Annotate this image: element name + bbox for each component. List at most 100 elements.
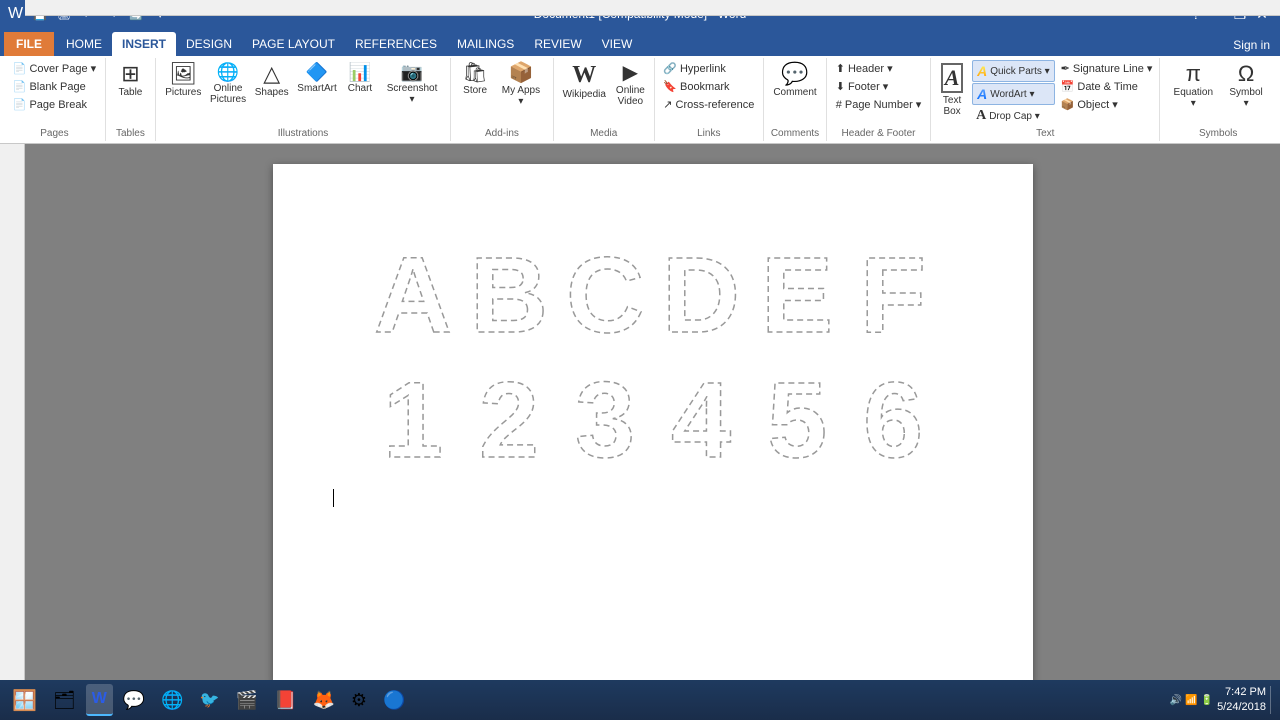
my-apps-btn[interactable]: 📦 My Apps ▾ — [495, 60, 547, 110]
number-1: 1 — [369, 359, 457, 469]
word-taskbar-btn[interactable]: W — [86, 684, 113, 716]
cross-reference-icon: ↗ — [663, 98, 672, 111]
pictures-btn[interactable]: 🖼 Pictures — [162, 60, 205, 101]
number-3: 3 — [561, 359, 649, 469]
table-btn[interactable]: ⊞ Table — [112, 60, 148, 101]
tab-references[interactable]: REFERENCES — [345, 32, 447, 56]
page-break-btn[interactable]: 📄 Page Break — [9, 96, 100, 113]
page-number-btn[interactable]: # Page Number ▾ — [832, 96, 926, 113]
letter-B: B — [465, 234, 553, 344]
svg-text:1: 1 — [382, 359, 442, 469]
svg-text:C: C — [566, 234, 644, 344]
battery-icon[interactable]: 🔋 — [1201, 695, 1213, 706]
online-pictures-btn[interactable]: 🌐 OnlinePictures — [207, 60, 250, 108]
footer-btn[interactable]: ⬇ Footer ▾ — [832, 78, 926, 95]
comment-btn[interactable]: 💬 Comment — [769, 60, 820, 101]
chart-btn[interactable]: 📊 Chart — [342, 60, 378, 97]
tab-view[interactable]: VIEW — [592, 32, 643, 56]
svg-text:6: 6 — [862, 359, 922, 469]
app3-taskbar-btn[interactable]: 💬 — [117, 684, 151, 716]
wikipedia-btn[interactable]: W Wikipedia — [559, 60, 610, 103]
tab-review[interactable]: REVIEW — [524, 32, 591, 56]
chart-icon: 📊 — [349, 63, 371, 81]
start-btn[interactable]: 🪟 — [6, 684, 43, 716]
dropcap-btn[interactable]: A Drop Cap ▾ — [972, 106, 1055, 126]
store-icon: 🛍 — [462, 63, 487, 83]
cover-page-btn[interactable]: 📄 Cover Page ▾ — [9, 60, 100, 77]
media-group-label: Media — [590, 126, 617, 139]
store-label: Store — [463, 85, 487, 96]
ribbon-tabs: FILE HOME INSERT DESIGN PAGE LAYOUT REFE… — [0, 28, 1280, 56]
app5-taskbar-btn[interactable]: 🐦 — [194, 684, 226, 716]
signature-line-label: Signature Line ▾ — [1073, 62, 1153, 75]
number-5: 5 — [753, 359, 841, 469]
document-page[interactable]: A B C D E F — [273, 164, 1033, 684]
letter-C: C — [561, 234, 649, 344]
blank-page-icon: 📄 — [13, 80, 27, 93]
signature-line-btn[interactable]: ✒ Signature Line ▾ — [1057, 60, 1157, 77]
bookmark-btn[interactable]: 🔖 Bookmark — [659, 78, 758, 95]
tab-home[interactable]: HOME — [56, 32, 112, 56]
text-col: A Quick Parts ▾ A WordArt ▾ A Drop Cap ▾ — [972, 60, 1055, 126]
pages-items: 📄 Cover Page ▾ 📄 Blank Page 📄 Page Break — [9, 60, 100, 126]
screenshot-btn[interactable]: 📷 Screenshot ▾ — [380, 60, 444, 108]
app6-taskbar-btn[interactable]: 🎬 — [230, 684, 264, 716]
svg-text:D: D — [662, 234, 740, 344]
text-col2: ✒ Signature Line ▾ 📅 Date & Time 📦 Objec… — [1057, 60, 1157, 113]
chrome-taskbar-btn[interactable]: 🌐 — [155, 684, 189, 716]
header-label: Header ▾ — [848, 62, 893, 75]
cross-reference-btn[interactable]: ↗ Cross-reference — [659, 96, 758, 113]
bookmark-icon: 🔖 — [663, 80, 677, 93]
equation-label: Equation ▾ — [1170, 87, 1216, 109]
firefox-taskbar-btn[interactable]: 🦊 — [306, 684, 340, 716]
footer-label: Footer ▾ — [848, 80, 888, 93]
wordart-btn[interactable]: A Quick Parts ▾ — [972, 60, 1055, 82]
svg-text:F: F — [860, 234, 926, 344]
network-icon[interactable]: 📶 — [1185, 695, 1197, 706]
sign-in-btn[interactable]: Sign in — [1223, 34, 1280, 56]
app10-taskbar-btn[interactable]: ⚙ — [345, 684, 373, 716]
equation-btn[interactable]: π Equation ▾ — [1166, 60, 1220, 112]
ribbon-group-pages: 📄 Cover Page ▾ 📄 Blank Page 📄 Page Break… — [4, 58, 106, 141]
pictures-icon: 🖼 — [169, 63, 197, 85]
date-time-btn[interactable]: 📅 Date & Time — [1057, 78, 1157, 95]
ribbon-group-tables: ⊞ Table Tables — [106, 58, 156, 141]
svg-text:B: B — [470, 234, 548, 344]
tab-design[interactable]: DESIGN — [176, 32, 242, 56]
hyperlink-btn[interactable]: 🔗 Hyperlink — [659, 60, 758, 77]
show-desktop-btn[interactable] — [1270, 686, 1274, 714]
tab-page-layout[interactable]: PAGE LAYOUT — [242, 32, 345, 56]
adobe-taskbar-btn[interactable]: 📕 — [268, 684, 302, 716]
textbox-btn[interactable]: A TextBox — [934, 60, 970, 120]
tab-mailings[interactable]: MAILINGS — [447, 32, 524, 56]
svg-text:A: A — [374, 234, 452, 344]
store-btn[interactable]: 🛍 Store — [457, 60, 493, 99]
text-cursor — [333, 489, 334, 507]
links-items: 🔗 Hyperlink 🔖 Bookmark ↗ Cross-reference — [659, 60, 758, 126]
speaker-icon[interactable]: 🔊 — [1170, 695, 1182, 706]
blank-page-btn[interactable]: 📄 Blank Page — [9, 78, 100, 95]
screenshot-icon: 📷 — [401, 63, 423, 81]
wordart-dropdown-btn[interactable]: A WordArt ▾ — [972, 83, 1055, 105]
shapes-btn[interactable]: △ Shapes — [251, 60, 292, 101]
header-btn[interactable]: ⬆ Header ▾ — [832, 60, 926, 77]
tab-file[interactable]: FILE — [4, 32, 54, 56]
tab-insert[interactable]: INSERT — [112, 32, 176, 56]
time-display: 7:42 PM — [1217, 685, 1266, 700]
file-explorer-btn[interactable]: 🗂 — [47, 684, 82, 716]
online-video-btn[interactable]: ▶ OnlineVideo — [612, 60, 649, 110]
online-pictures-label: OnlinePictures — [210, 83, 246, 105]
ribbon-group-illustrations: 🖼 Pictures 🌐 OnlinePictures △ Shapes 🔷 S… — [156, 58, 451, 141]
symbol-btn[interactable]: Ω Symbol ▾ — [1222, 60, 1270, 112]
document-scroll[interactable]: A B C D E F — [25, 144, 1280, 686]
app11-taskbar-btn[interactable]: 🔵 — [377, 684, 411, 716]
equation-icon: π — [1186, 63, 1201, 85]
signature-line-icon: ✒ — [1061, 62, 1070, 75]
smartart-btn[interactable]: 🔷 SmartArt — [294, 60, 340, 97]
clock[interactable]: 7:42 PM 5/24/2018 — [1217, 685, 1266, 716]
media-items: W Wikipedia ▶ OnlineVideo — [559, 60, 649, 126]
ribbon-group-media: W Wikipedia ▶ OnlineVideo Media — [554, 58, 655, 141]
object-btn[interactable]: 📦 Object ▾ — [1057, 96, 1157, 113]
ribbon-group-comments: 💬 Comment Comments — [764, 58, 827, 141]
textbox-icon: A — [941, 63, 964, 93]
